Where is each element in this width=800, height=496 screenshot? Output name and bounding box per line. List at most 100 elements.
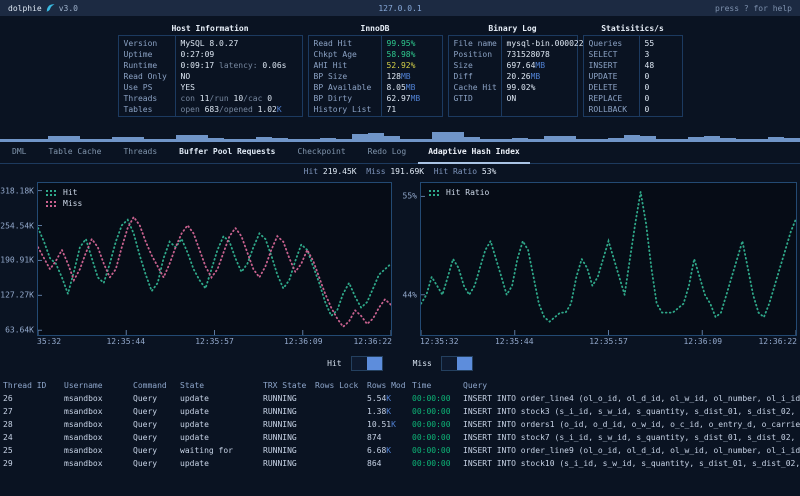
panel-row: Diff 20.26MB	[449, 71, 577, 82]
value-segment: 1.02	[257, 105, 277, 114]
cell-query: INSERT INTO orders1 (o_id, o_d_id, o_w_i…	[463, 420, 800, 429]
panel-row-value: 731528078	[501, 49, 550, 60]
tab-threads[interactable]: Threads	[119, 147, 161, 163]
column-header-thread-id: Thread ID	[3, 381, 47, 390]
ahi-hit-miss-chart: 318.18K 254.54K 190.91K 127.27K 63.64K Hit Mi…	[0, 182, 392, 349]
cell-rows-mod: 1.38K	[367, 405, 412, 418]
series-toggle-miss: Miss	[413, 355, 473, 371]
sparkline-bar	[784, 138, 800, 142]
cell-command: Query	[133, 446, 158, 455]
sparkline-bar	[64, 136, 80, 142]
sparkline-bar	[352, 134, 368, 142]
value-segment: 55	[644, 39, 655, 48]
tab-buffer-pool-requests[interactable]: Buffer Pool Requests	[175, 147, 279, 163]
sparkline-bar	[192, 135, 208, 142]
cell-rows-mod: 6.68K	[367, 444, 412, 457]
cell-thread-id: 24	[3, 433, 13, 442]
panel-row-value: 55	[639, 38, 655, 49]
panel-row: Tables open 683/opened 1.02K	[119, 104, 302, 115]
sparkline-bar	[368, 133, 384, 142]
sparkline-bar	[512, 138, 528, 142]
panel-row-label: Version	[123, 39, 158, 48]
value-segment: latency:	[219, 61, 263, 70]
tab-adaptive-hash-index[interactable]: Adaptive Hash Index	[418, 147, 530, 164]
sparkline-bar	[592, 139, 608, 142]
value-segment: 0	[644, 72, 650, 81]
charts-row: 318.18K 254.54K 190.91K 127.27K 63.64K Hit Mi…	[0, 179, 800, 349]
value-segment: MB	[405, 83, 416, 92]
sparkline-bar	[736, 139, 752, 142]
cell-rows-mod: 10.51K	[367, 418, 412, 431]
tab-redo-log[interactable]: Redo Log	[364, 147, 411, 163]
sparkline-bar	[704, 136, 720, 142]
panel-row: AHI Hit 52.92%	[309, 60, 442, 71]
cell-trx-state: RUNNING	[263, 459, 297, 468]
value-segment: 0:27:09	[180, 50, 215, 59]
series-toggle-row: Hit Miss	[0, 351, 800, 375]
sparkline-bar	[576, 139, 592, 142]
value-segment: 48	[644, 61, 655, 70]
panel-host-information: Host Information Version MySQL 8.0.27 Uptim…	[117, 22, 303, 126]
panel-divider	[380, 36, 382, 116]
sparkline-bar	[176, 135, 192, 142]
panel-row-label: UPDATE	[588, 72, 618, 81]
panel-title: InnoDB	[360, 24, 390, 33]
legend-series-name: Hit	[63, 188, 78, 197]
sparkline-bar	[656, 139, 672, 142]
sparkline-bar	[0, 139, 16, 142]
panel-row-value: NO	[175, 71, 191, 82]
panel-row: ROLLBACK 0	[584, 104, 682, 115]
cell-query: INSERT INTO stock3 (s_i_id, s_w_id, s_qu…	[463, 407, 800, 416]
value-segment: 128	[386, 72, 401, 81]
series-toggle-hit: Hit	[327, 355, 383, 371]
value-segment: 864	[367, 459, 382, 468]
sparkline-bar	[640, 136, 656, 142]
cell-trx-state: RUNNING	[263, 433, 297, 442]
tab-checkpoint[interactable]: Checkpoint	[293, 147, 349, 163]
cell-username: msandbox	[64, 459, 103, 468]
panel-statisitics-s: Statisitics/s Queries 55 SELECT 3 INSERT 48 UPD…	[582, 22, 683, 126]
value-segment: cac	[247, 94, 268, 103]
toggle-switch[interactable]	[440, 355, 473, 371]
y-tick-label: 55%	[402, 191, 417, 201]
column-header-state: State	[180, 381, 205, 390]
chart-legend-entry: Hit Ratio	[429, 187, 489, 198]
cell-thread-id: 29	[3, 459, 13, 468]
panel-row-label: Tables	[123, 105, 153, 114]
sparkline-bar	[128, 137, 144, 142]
tab-table-cache[interactable]: Table Cache	[44, 147, 105, 163]
panel-divider	[174, 36, 176, 116]
value-segment: ON	[506, 94, 517, 103]
cell-rows-lock	[315, 405, 367, 418]
value-segment: 697.64	[506, 61, 536, 70]
panel-row: Read Hit 99.95%	[309, 38, 442, 49]
value-segment: MB	[400, 72, 411, 81]
cell-time: 00:00:00	[412, 420, 451, 429]
sparkline-bar	[336, 139, 352, 142]
stat-label: Miss	[366, 167, 386, 176]
cell-state: waiting for	[180, 446, 233, 455]
sparkline-bar	[608, 138, 624, 142]
cell-trx-state: RUNNING	[263, 407, 297, 416]
panel-row: Version MySQL 8.0.27	[119, 38, 302, 49]
tab-dml[interactable]: DML	[8, 147, 30, 163]
cell-command: Query	[133, 407, 158, 416]
panel-row: Read Only NO	[119, 71, 302, 82]
panel-row-label: DELETE	[588, 83, 618, 92]
cell-command: Query	[133, 420, 158, 429]
value-segment: K	[386, 446, 392, 455]
sparkline-bar	[320, 138, 336, 142]
legend-series-name: Miss	[63, 199, 83, 208]
sparkline-bar	[16, 139, 32, 142]
panel-row-value: 128MB	[381, 71, 411, 82]
dolphie-app: dolphie v3.0 127.0.0.1 press ? for help …	[0, 0, 800, 496]
panel-row: Size 697.64MB	[449, 60, 577, 71]
legend-marker-icon	[429, 189, 441, 196]
processlist-row: 24 msandbox Query update RUNNING 874 00:00:00 I…	[0, 431, 800, 444]
chart-legend-entry: Miss	[46, 198, 82, 209]
value-segment: K	[386, 407, 392, 416]
toggle-switch[interactable]	[350, 355, 383, 371]
cell-time: 00:00:00	[412, 407, 451, 416]
panel-row-label: Threads	[123, 94, 158, 103]
x-axis-labels: 35:32 12:35:44 12:35:57 12:36:09 12:36:22	[37, 336, 392, 349]
